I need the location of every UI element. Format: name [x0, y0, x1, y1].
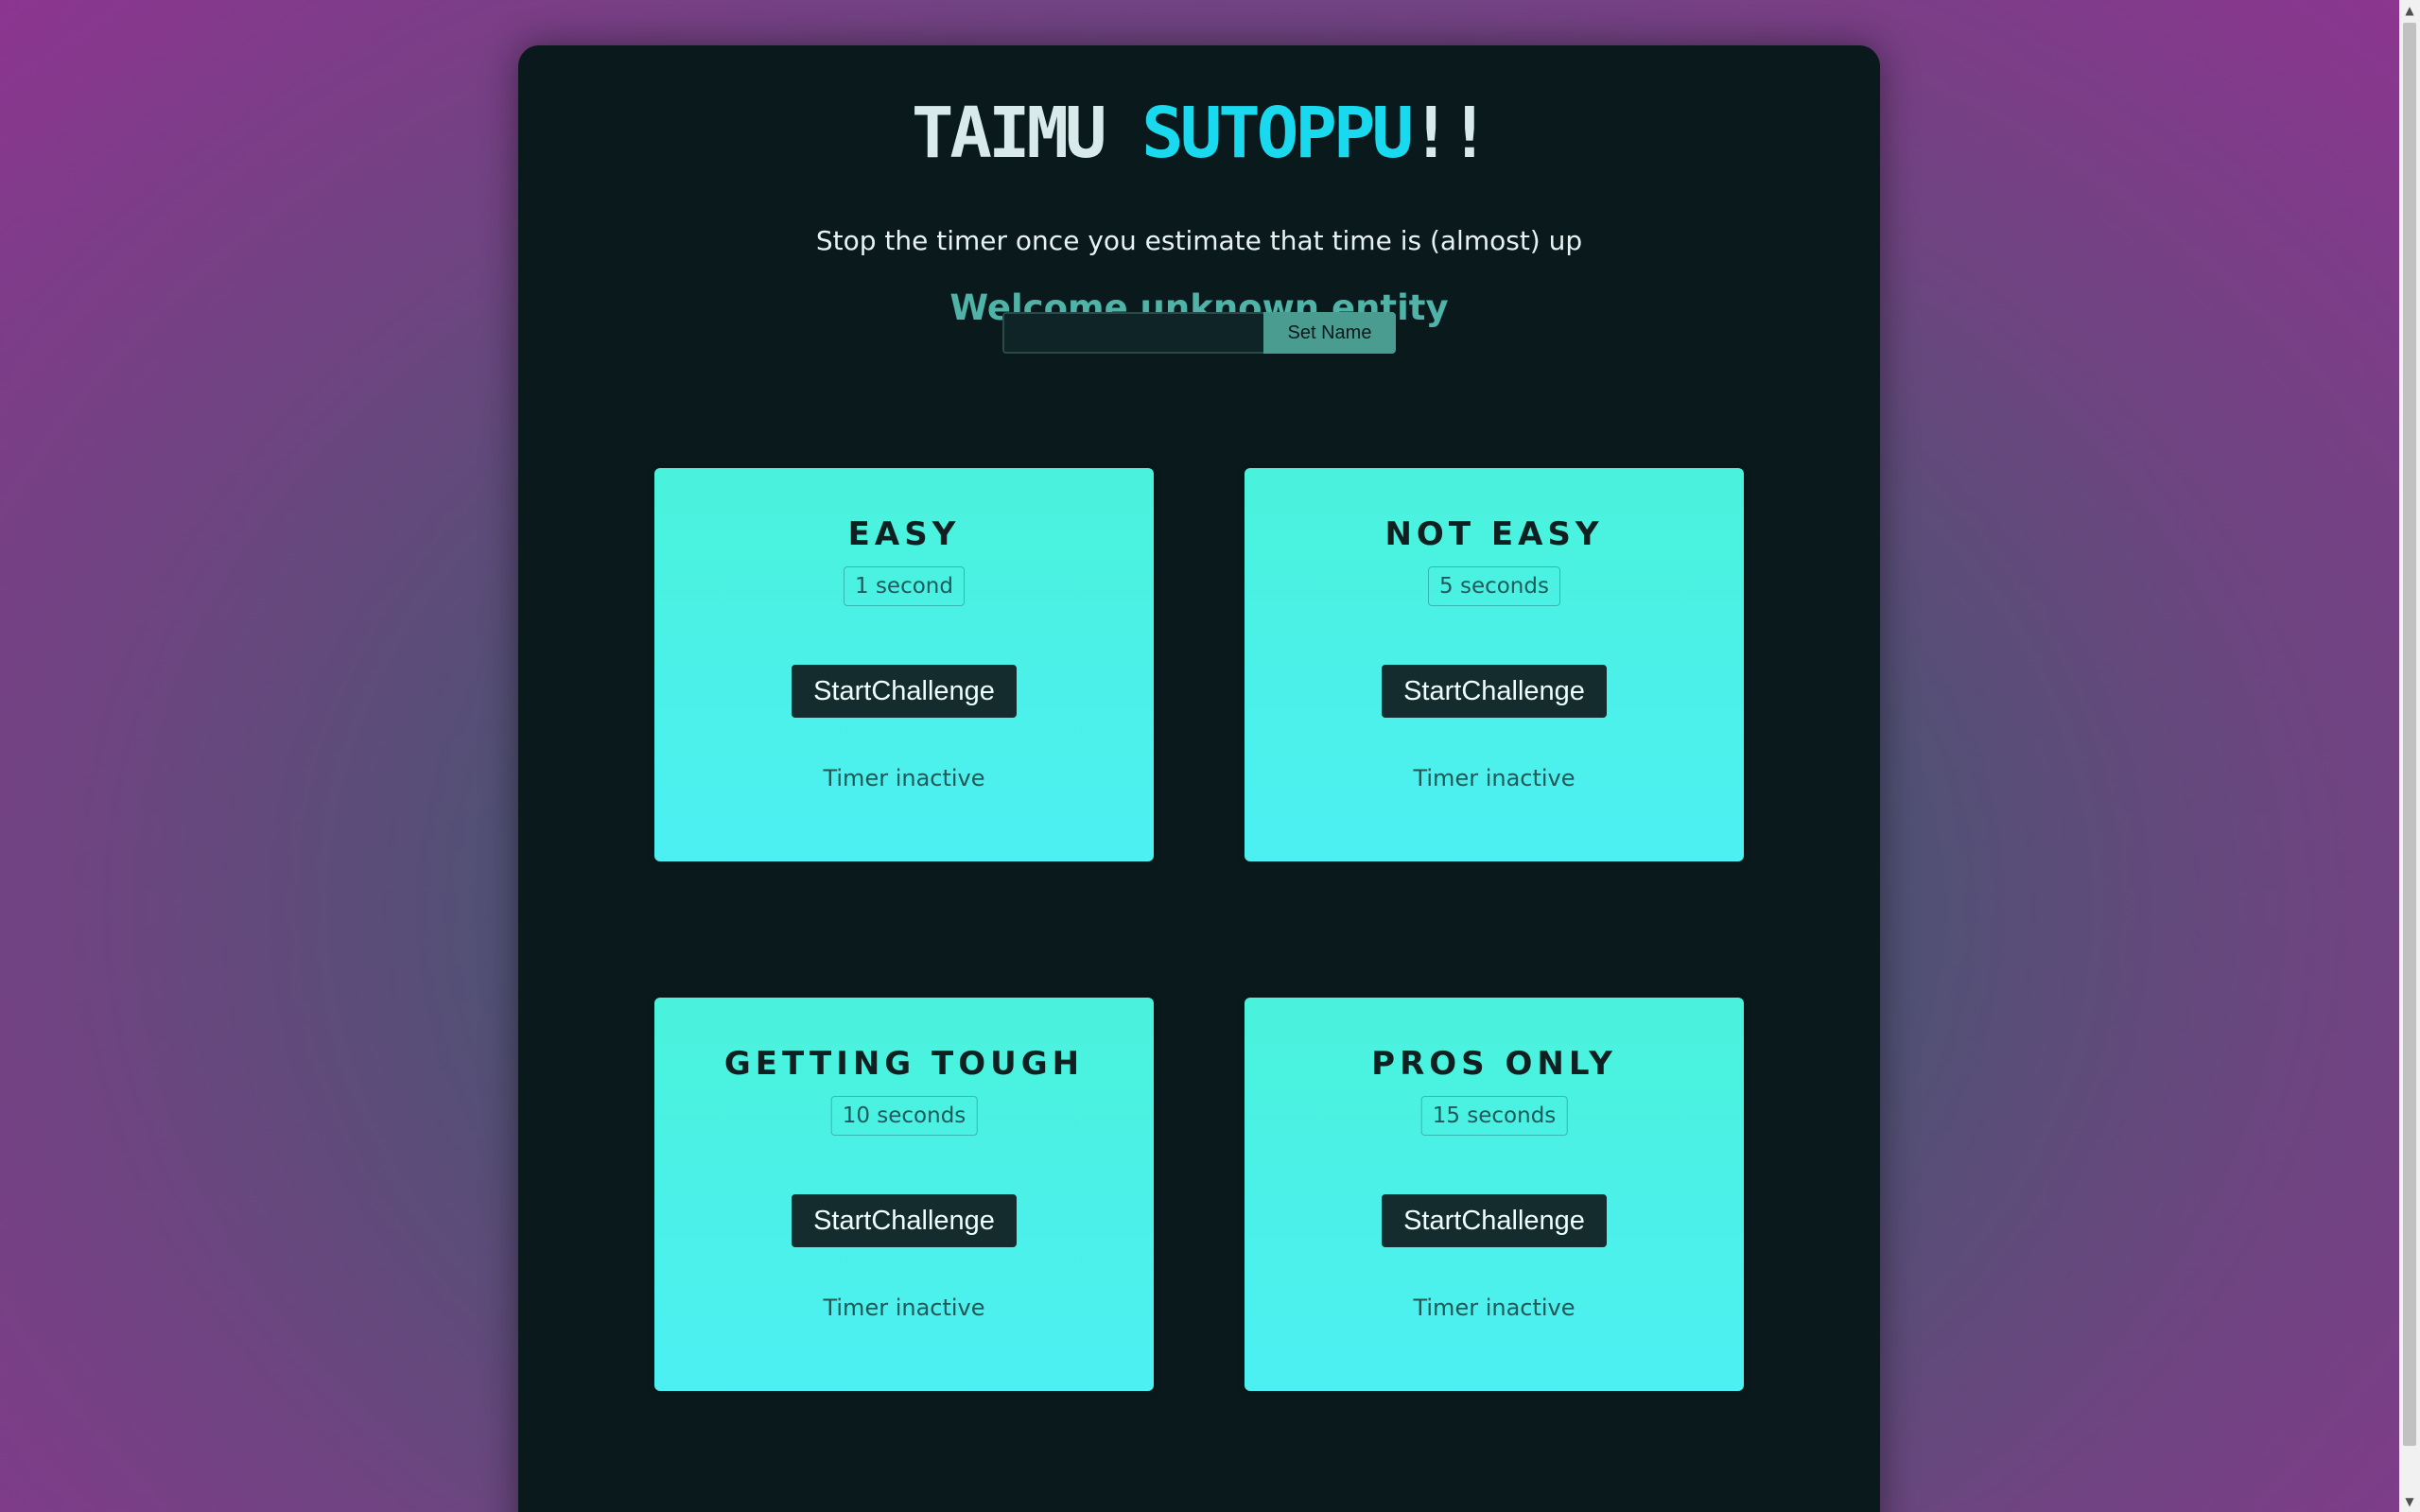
title-part-taimu: TAIMU: [911, 93, 1142, 174]
page-title: TAIMU SUTOPPU!!: [518, 98, 1880, 168]
start-challenge-button[interactable]: StartChallenge: [1382, 1194, 1607, 1247]
challenge-title: NOT EASY: [1384, 515, 1604, 553]
name-input[interactable]: [1002, 312, 1263, 354]
title-part-exclamation: !!: [1410, 93, 1490, 174]
duration-badge: 1 second: [844, 566, 965, 606]
scroll-down-arrow-icon[interactable]: ▼: [2399, 1491, 2420, 1512]
challenge-title: EASY: [847, 515, 961, 553]
set-name-button[interactable]: Set Name: [1263, 312, 1396, 354]
timer-status: Timer inactive: [823, 1295, 985, 1321]
start-challenge-button[interactable]: StartChallenge: [792, 665, 1017, 718]
title-part-sutoppu: SUTOPPU: [1141, 93, 1414, 174]
scroll-up-arrow-icon[interactable]: ▲: [2399, 0, 2420, 21]
challenge-card-getting-tough: GETTING TOUGH 10 seconds StartChallenge …: [654, 998, 1154, 1391]
timer-status: Timer inactive: [823, 765, 985, 791]
timer-status: Timer inactive: [1413, 1295, 1576, 1321]
challenge-card-pros-only: PROS ONLY 15 seconds StartChallenge Time…: [1245, 998, 1744, 1391]
challenge-title: PROS ONLY: [1371, 1045, 1617, 1083]
duration-badge: 15 seconds: [1420, 1096, 1568, 1136]
start-challenge-button[interactable]: StartChallenge: [792, 1194, 1017, 1247]
duration-badge: 5 seconds: [1428, 566, 1560, 606]
scrollbar-thumb[interactable]: [2403, 23, 2416, 1446]
challenge-card-easy: EASY 1 second StartChallenge Timer inact…: [654, 468, 1154, 861]
challenge-title: GETTING TOUGH: [723, 1045, 1085, 1083]
main-panel: TAIMU SUTOPPU!! Stop the timer once you …: [518, 45, 1880, 1512]
page-subtitle: Stop the timer once you estimate that ti…: [815, 225, 1583, 256]
start-challenge-button[interactable]: StartChallenge: [1382, 665, 1607, 718]
vertical-scrollbar[interactable]: ▲ ▼: [2399, 0, 2420, 1512]
timer-status: Timer inactive: [1413, 765, 1576, 791]
name-form: Set Name: [1002, 312, 1396, 354]
duration-badge: 10 seconds: [830, 1096, 978, 1136]
challenge-card-not-easy: NOT EASY 5 seconds StartChallenge Timer …: [1245, 468, 1744, 861]
